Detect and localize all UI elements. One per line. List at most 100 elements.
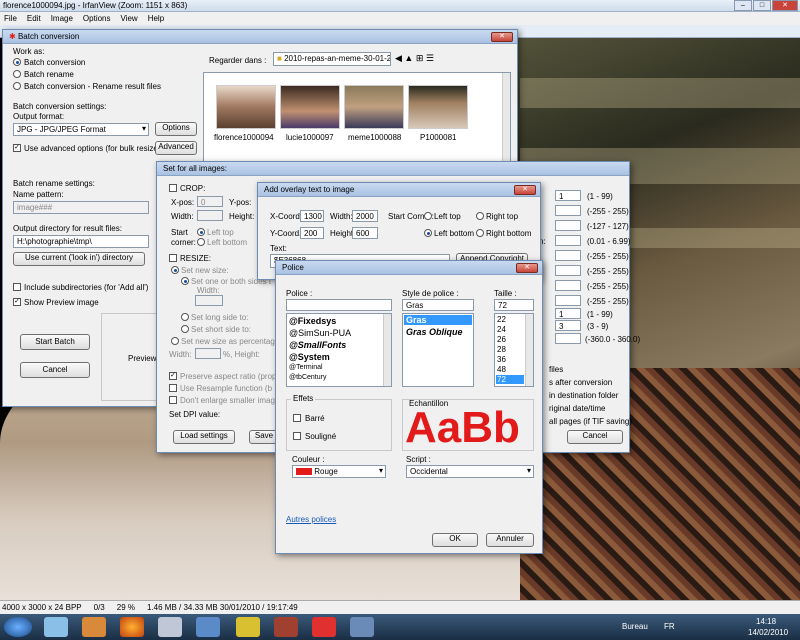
size-list-item[interactable]: 22: [497, 315, 506, 324]
output-format-select[interactable]: JPG - JPG/JPEG Format ▾: [13, 123, 149, 136]
resize-checkbox[interactable]: [169, 254, 177, 262]
size-list-item-selected[interactable]: 72: [496, 375, 524, 384]
advanced-options-checkbox[interactable]: ✓: [13, 144, 21, 152]
paint-icon[interactable]: [350, 617, 374, 637]
crop-left-bottom-radio[interactable]: [197, 238, 205, 246]
style-list-item[interactable]: Gras Oblique: [406, 327, 463, 337]
overlay-height-input[interactable]: 600: [352, 227, 378, 239]
size-list-item[interactable]: 48: [497, 365, 506, 374]
size-input[interactable]: 72: [494, 299, 534, 311]
overlay-width-input[interactable]: 2000: [352, 210, 378, 222]
xpos-input[interactable]: 0: [197, 196, 223, 207]
start-button[interactable]: [4, 617, 32, 637]
irfanview-task-icon[interactable]: [312, 617, 336, 637]
preserve-ratio-checkbox[interactable]: ✓: [169, 372, 177, 380]
thumbnail-image[interactable]: [280, 85, 340, 129]
output-dir-input[interactable]: H:\photographie\tmp\: [13, 235, 149, 248]
script-select[interactable]: Occidental ▾: [406, 465, 534, 478]
one-or-both-radio[interactable]: [181, 277, 189, 285]
setall-cancel-button[interactable]: Cancel: [567, 430, 623, 444]
crop-left-top-radio[interactable]: [197, 228, 205, 236]
resize-width-input[interactable]: [195, 295, 223, 306]
right-top-radio[interactable]: [476, 212, 484, 220]
font-list-item[interactable]: @System: [289, 352, 330, 362]
size-list[interactable]: 22 24 26 28 36 48 72: [494, 313, 534, 387]
use-current-dir-button[interactable]: Use current ('look in') directory: [13, 252, 145, 266]
thumbnail-image[interactable]: [344, 85, 404, 129]
options-button[interactable]: Options: [155, 122, 197, 136]
resample-checkbox[interactable]: [169, 384, 177, 392]
ycoord-input[interactable]: 200: [300, 227, 324, 239]
font-name-input[interactable]: [286, 299, 392, 311]
long-side-radio[interactable]: [181, 313, 189, 321]
start-batch-button[interactable]: Start Batch: [20, 334, 90, 350]
font-list[interactable]: @Fixedsys @SimSun-PUA @SmallFonts @Syste…: [286, 313, 392, 387]
mail-icon[interactable]: [196, 617, 220, 637]
value-field[interactable]: [555, 235, 581, 246]
left-bottom-radio[interactable]: [424, 229, 432, 237]
crop-width-input[interactable]: [197, 210, 223, 221]
size-list-item[interactable]: 36: [497, 355, 506, 364]
dont-enlarge-checkbox[interactable]: [169, 396, 177, 404]
batch-close-button[interactable]: ✕: [491, 32, 513, 42]
style-list[interactable]: Gras Gras Oblique: [402, 313, 474, 387]
menu-help[interactable]: Help: [148, 14, 164, 23]
font-list-scrollbar[interactable]: [383, 314, 391, 386]
value-field[interactable]: [555, 280, 581, 291]
app-icon[interactable]: [236, 617, 260, 637]
style-list-item-selected[interactable]: Gras: [404, 315, 472, 325]
color-select[interactable]: Rouge ▾: [292, 465, 386, 478]
show-preview-checkbox[interactable]: ✓: [13, 298, 21, 306]
new-size-pct-radio[interactable]: [171, 337, 179, 345]
value-field[interactable]: 1: [555, 308, 581, 319]
font-list-item[interactable]: @Fixedsys: [289, 316, 336, 326]
close-button[interactable]: ✕: [772, 0, 798, 11]
crop-checkbox[interactable]: [169, 184, 177, 192]
app-icon[interactable]: [274, 617, 298, 637]
explorer-icon[interactable]: [44, 617, 68, 637]
font-cancel-button[interactable]: Annuler: [486, 533, 534, 547]
size-list-item[interactable]: 24: [497, 325, 506, 334]
back-arrow-icon[interactable]: ◀ ▲ ⊞ ☰: [395, 53, 434, 64]
menu-file[interactable]: File: [4, 14, 17, 23]
font-close-button[interactable]: ✕: [516, 263, 538, 273]
size-list-scrollbar[interactable]: [525, 314, 533, 386]
left-top-radio[interactable]: [424, 212, 432, 220]
value-field[interactable]: [555, 250, 581, 261]
menu-image[interactable]: Image: [51, 14, 73, 23]
value-field[interactable]: 3: [555, 320, 581, 331]
media-player-icon[interactable]: [82, 617, 106, 637]
menu-view[interactable]: View: [121, 14, 138, 23]
menu-options[interactable]: Options: [83, 14, 111, 23]
include-subdirs-checkbox[interactable]: [13, 283, 21, 291]
value-field[interactable]: 1: [555, 190, 581, 201]
desktop-label[interactable]: Bureau: [622, 622, 648, 631]
xcoord-input[interactable]: 1300: [300, 210, 324, 222]
value-field[interactable]: [555, 265, 581, 276]
right-bottom-radio[interactable]: [476, 229, 484, 237]
folder-select[interactable]: ■ 2010-repas-an-meme-30-01-20: [273, 52, 391, 66]
font-ok-button[interactable]: OK: [432, 533, 478, 547]
font-list-item[interactable]: @Terminal: [289, 364, 323, 371]
clock-time[interactable]: 14:18: [756, 617, 776, 626]
more-fonts-link[interactable]: Autres polices: [286, 515, 336, 524]
file-list-scrollbar[interactable]: [502, 73, 510, 161]
batch-cancel-button[interactable]: Cancel: [20, 362, 90, 378]
size-list-item[interactable]: 26: [497, 335, 506, 344]
firefox-icon[interactable]: [120, 617, 144, 637]
menu-edit[interactable]: Edit: [27, 14, 41, 23]
short-side-radio[interactable]: [181, 325, 189, 333]
name-pattern-input[interactable]: image###: [13, 201, 149, 214]
minimize-button[interactable]: –: [734, 0, 752, 11]
overlay-close-button[interactable]: ✕: [514, 185, 536, 195]
clock-date[interactable]: 14/02/2010: [748, 628, 788, 637]
thumbnail-image[interactable]: [408, 85, 468, 129]
value-field[interactable]: [555, 295, 581, 306]
advanced-button[interactable]: Advanced: [155, 141, 197, 155]
value-field[interactable]: [555, 205, 581, 216]
thumbnail-image[interactable]: [216, 85, 276, 129]
underline-checkbox[interactable]: [293, 432, 301, 440]
mode-convert-rename-radio[interactable]: [13, 82, 21, 90]
style-input[interactable]: Gras: [402, 299, 474, 311]
pct-width-input[interactable]: [195, 348, 221, 359]
